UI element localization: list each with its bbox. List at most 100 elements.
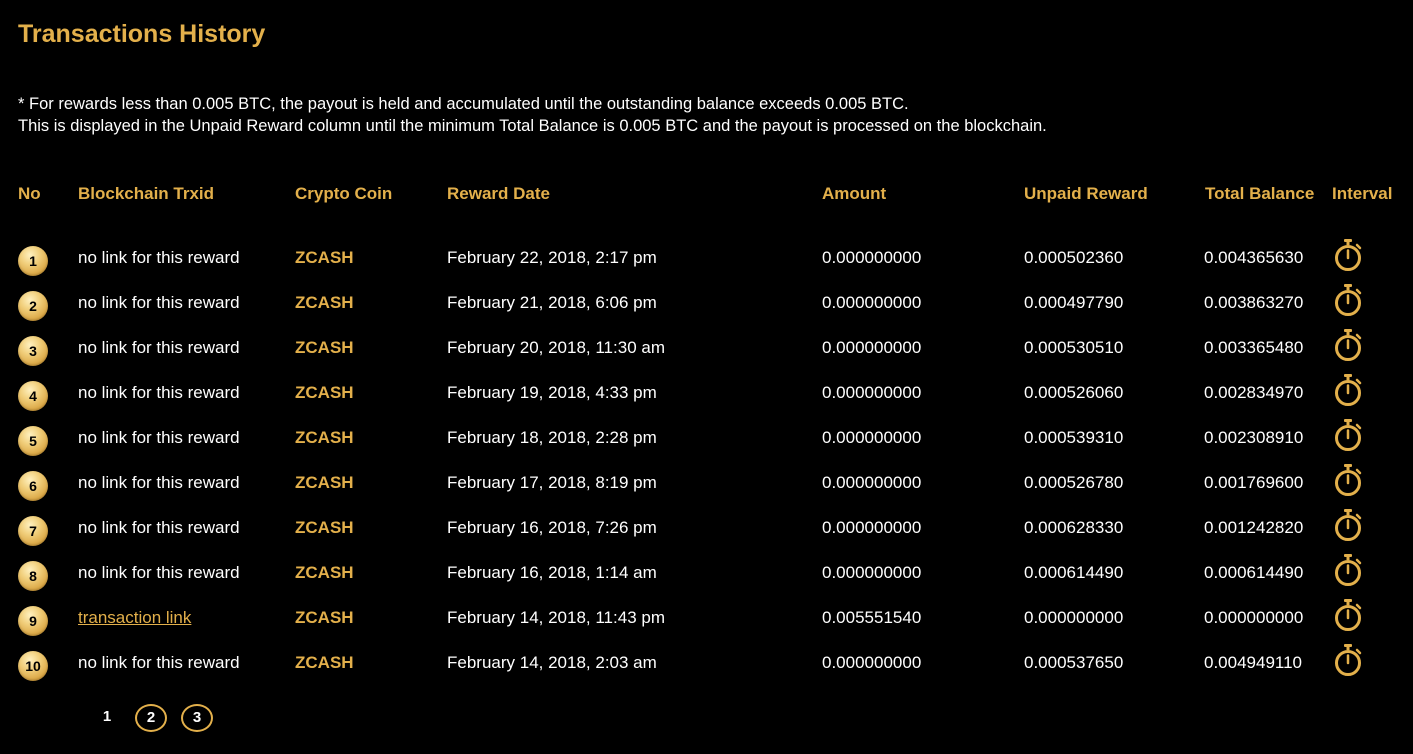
row-number-badge: 5 xyxy=(18,426,48,456)
stopwatch-icon[interactable] xyxy=(1333,328,1363,362)
crypto-coin: ZCASH xyxy=(295,518,354,537)
unpaid-reward: 0.000530510 xyxy=(1024,338,1124,357)
page-button-1[interactable]: 1 xyxy=(91,704,123,732)
crypto-coin: ZCASH xyxy=(295,653,354,672)
amount: 0.000000000 xyxy=(822,518,922,537)
txid-text: no link for this reward xyxy=(78,653,240,672)
unpaid-reward: 0.000537650 xyxy=(1024,653,1124,672)
reward-date: February 18, 2018, 2:28 pm xyxy=(447,428,657,447)
row-number-badge: 3 xyxy=(18,336,48,366)
header-crypto-coin: Crypto Coin xyxy=(295,184,393,203)
table-row: 6 no link for this reward ZCASH February 17… xyxy=(0,459,1413,504)
txid-text: no link for this reward xyxy=(78,428,240,447)
table-row: 3 no link for this reward ZCASH February 20… xyxy=(0,324,1413,369)
txid-text: no link for this reward xyxy=(78,563,240,582)
reward-date: February 20, 2018, 11:30 am xyxy=(447,338,665,357)
page-title: Transactions History xyxy=(18,20,266,48)
amount: 0.000000000 xyxy=(822,473,922,492)
table-row: 5 no link for this reward ZCASH February 18… xyxy=(0,414,1413,459)
crypto-coin: ZCASH xyxy=(295,248,354,267)
reward-date: February 21, 2018, 6:06 pm xyxy=(447,293,657,312)
amount: 0.000000000 xyxy=(822,653,922,672)
reward-date: February 14, 2018, 11:43 pm xyxy=(447,608,665,627)
unpaid-reward: 0.000502360 xyxy=(1024,248,1124,267)
txid-text: no link for this reward xyxy=(78,338,240,357)
header-reward-date: Reward Date xyxy=(447,184,550,203)
stopwatch-icon[interactable] xyxy=(1333,373,1363,407)
reward-date: February 16, 2018, 7:26 pm xyxy=(447,518,657,537)
txid-text: no link for this reward xyxy=(78,473,240,492)
unpaid-reward: 0.000497790 xyxy=(1024,293,1124,312)
table-row: 8 no link for this reward ZCASH February 16… xyxy=(0,549,1413,594)
row-number-badge: 2 xyxy=(18,291,48,321)
header-unpaid-reward: Unpaid Reward xyxy=(1024,184,1148,203)
stopwatch-icon[interactable] xyxy=(1333,238,1363,272)
crypto-coin: ZCASH xyxy=(295,473,354,492)
row-number-badge: 4 xyxy=(18,381,48,411)
stopwatch-icon[interactable] xyxy=(1333,463,1363,497)
total-balance: 0.000614490 xyxy=(1204,563,1304,582)
header-total-balance: Total Balance xyxy=(1205,184,1315,203)
page-button-2[interactable]: 2 xyxy=(135,704,167,732)
row-number-badge: 8 xyxy=(18,561,48,591)
payout-note-line-1: * For rewards less than 0.005 BTC, the p… xyxy=(18,95,909,113)
reward-date: February 22, 2018, 2:17 pm xyxy=(447,248,657,267)
unpaid-reward: 0.000628330 xyxy=(1024,518,1124,537)
amount: 0.000000000 xyxy=(822,428,922,447)
crypto-coin: ZCASH xyxy=(295,383,354,402)
unpaid-reward: 0.000526060 xyxy=(1024,383,1124,402)
header-interval: Interval xyxy=(1332,184,1393,203)
table-row: 4 no link for this reward ZCASH February 19… xyxy=(0,369,1413,414)
unpaid-reward: 0.000614490 xyxy=(1024,563,1124,582)
stopwatch-icon[interactable] xyxy=(1333,283,1363,317)
stopwatch-icon[interactable] xyxy=(1333,643,1363,677)
table-row: 10 no link for this reward ZCASH February 1… xyxy=(0,639,1413,684)
total-balance: 0.004949110 xyxy=(1204,653,1303,672)
row-number-badge: 6 xyxy=(18,471,48,501)
crypto-coin: ZCASH xyxy=(295,563,354,582)
amount: 0.000000000 xyxy=(822,293,922,312)
table-row: 7 no link for this reward ZCASH February 16… xyxy=(0,504,1413,549)
crypto-coin: ZCASH xyxy=(295,293,354,312)
transaction-link[interactable]: transaction link xyxy=(78,607,191,629)
reward-date: February 17, 2018, 8:19 pm xyxy=(447,473,657,492)
stopwatch-icon[interactable] xyxy=(1333,508,1363,542)
stopwatch-icon[interactable] xyxy=(1333,553,1363,587)
header-amount: Amount xyxy=(822,184,887,203)
table-row: 2 no link for this reward ZCASH February 21… xyxy=(0,279,1413,324)
row-number-badge: 9 xyxy=(18,606,48,636)
crypto-coin: ZCASH xyxy=(295,338,354,357)
total-balance: 0.003365480 xyxy=(1204,338,1304,357)
row-number-badge: 7 xyxy=(18,516,48,546)
total-balance: 0.003863270 xyxy=(1204,293,1304,312)
txid-text: no link for this reward xyxy=(78,383,240,402)
amount: 0.000000000 xyxy=(822,248,922,267)
row-number-badge: 1 xyxy=(18,246,48,276)
page-button-3[interactable]: 3 xyxy=(181,704,213,732)
stopwatch-icon[interactable] xyxy=(1333,598,1363,632)
header-blockchain-trxid: Blockchain Trxid xyxy=(78,184,215,203)
table-row: 9 transaction link ZCASH February 14, 2018,… xyxy=(0,594,1413,639)
payout-note-line-2: This is displayed in the Unpaid Reward c… xyxy=(18,117,1047,135)
crypto-coin: ZCASH xyxy=(295,428,354,447)
crypto-coin: ZCASH xyxy=(295,608,354,627)
total-balance: 0.001769600 xyxy=(1204,473,1304,492)
total-balance: 0.002834970 xyxy=(1204,383,1304,402)
amount: 0.000000000 xyxy=(822,563,922,582)
total-balance: 0.001242820 xyxy=(1204,518,1304,537)
txid-text: no link for this reward xyxy=(78,293,240,312)
header-no: No xyxy=(18,184,41,203)
txid-text: no link for this reward xyxy=(78,518,240,537)
unpaid-reward: 0.000539310 xyxy=(1024,428,1124,447)
amount: 0.005551540 xyxy=(822,608,922,627)
total-balance: 0.000000000 xyxy=(1204,608,1304,627)
stopwatch-icon[interactable] xyxy=(1333,418,1363,452)
amount: 0.000000000 xyxy=(822,338,922,357)
reward-date: February 16, 2018, 1:14 am xyxy=(447,563,657,582)
reward-date: February 14, 2018, 2:03 am xyxy=(447,653,657,672)
amount: 0.000000000 xyxy=(822,383,922,402)
row-number-badge: 10 xyxy=(18,651,48,681)
unpaid-reward: 0.000526780 xyxy=(1024,473,1124,492)
table-row: 1 no link for this reward ZCASH February 22… xyxy=(0,234,1413,279)
txid-text: no link for this reward xyxy=(78,248,240,267)
